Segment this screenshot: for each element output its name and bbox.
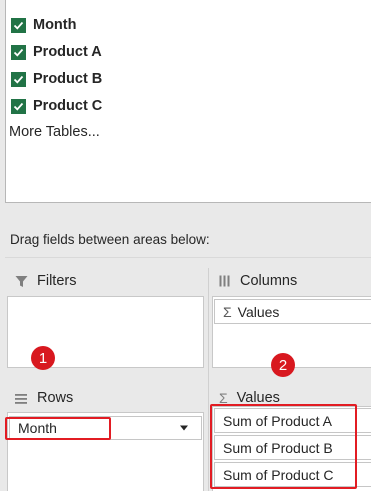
pill-label: Values	[237, 303, 280, 320]
field-list[interactable]: Month Product A Product B Product C More…	[5, 0, 371, 203]
filter-icon	[15, 275, 28, 288]
more-tables-link[interactable]: More Tables...	[9, 124, 100, 140]
filters-label: Filters	[37, 273, 77, 289]
annotation-badge-1: 1	[31, 346, 55, 370]
columns-header: Columns	[219, 273, 297, 289]
highlight-rows-field	[5, 417, 111, 440]
columns-label: Columns	[240, 273, 298, 289]
rows-header: Rows	[15, 390, 73, 406]
columns-icon	[219, 275, 231, 287]
field-label: Product B	[33, 71, 103, 87]
field-product-b[interactable]: Product B	[11, 68, 102, 90]
divider	[208, 268, 209, 491]
columns-values-field[interactable]: Σ Values	[214, 299, 371, 324]
drag-instructions: Drag fields between areas below:	[10, 232, 210, 247]
rows-label: Rows	[37, 390, 74, 406]
rows-icon	[15, 393, 28, 404]
field-month[interactable]: Month	[11, 14, 76, 36]
annotation-badge-2: 2	[271, 353, 295, 377]
field-label: Product A	[33, 44, 102, 60]
checkbox-checked-icon[interactable]	[11, 44, 26, 60]
field-label: Product C	[33, 98, 103, 114]
pivot-field-list-pane: Month Product A Product B Product C More…	[0, 0, 371, 491]
checkbox-checked-icon[interactable]	[11, 98, 26, 114]
divider	[5, 257, 371, 258]
checkbox-checked-icon[interactable]	[11, 17, 26, 33]
filters-header: Filters	[15, 273, 76, 289]
field-product-a[interactable]: Product A	[11, 41, 102, 63]
highlight-values-fields	[210, 404, 357, 489]
field-label: Month	[33, 17, 77, 33]
field-product-c[interactable]: Product C	[11, 95, 102, 117]
sigma-icon: Σ	[223, 303, 232, 320]
chevron-down-icon[interactable]	[180, 425, 188, 431]
checkbox-checked-icon[interactable]	[11, 71, 26, 87]
